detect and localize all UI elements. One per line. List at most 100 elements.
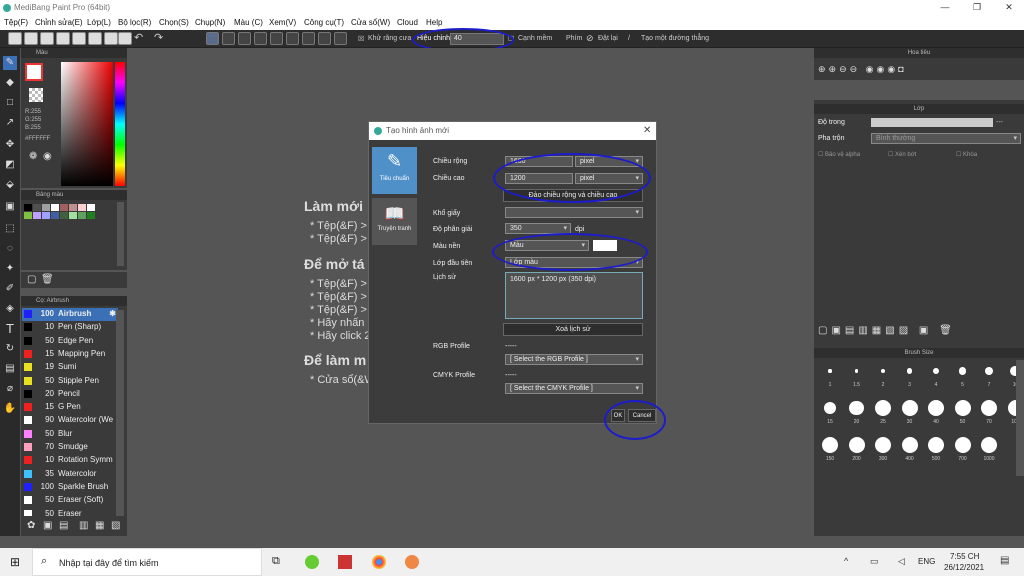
line-tool-icon[interactable]: ↗	[3, 116, 17, 130]
delete-palette-icon[interactable]: 🗑	[41, 274, 54, 285]
comment-icon[interactable]	[40, 32, 54, 45]
antialias-checkbox[interactable]: ☒	[358, 35, 364, 43]
lasso-tool-icon[interactable]: ◌	[3, 242, 17, 256]
reset-icon[interactable]: ⊘	[586, 33, 594, 44]
brush-size-option[interactable]: 25	[871, 399, 895, 425]
medibang-taskbar-icon[interactable]	[405, 555, 419, 569]
brush-add-menu-icon[interactable]: ▤	[59, 520, 68, 531]
history-list[interactable]: 1600 px * 1200 px (350 dpi)	[505, 272, 643, 319]
brush-size-option[interactable]: 700	[951, 436, 975, 462]
gradient-tool-icon[interactable]: ▣	[3, 200, 17, 214]
brush-size-option[interactable]: 300	[871, 436, 895, 462]
guide-icon[interactable]	[104, 32, 118, 45]
notification-icon[interactable]: ▤	[1000, 555, 1009, 566]
brush-scrollbar[interactable]	[116, 310, 124, 516]
brush-size-option[interactable]: 400	[898, 436, 922, 462]
snap-icon[interactable]	[118, 32, 132, 45]
brush-size-scrollbar[interactable]	[1016, 360, 1024, 476]
brush-item[interactable]: 100 Airbrush ✱	[22, 308, 118, 321]
redo-icon[interactable]: ↷	[154, 31, 163, 44]
menu-file[interactable]: Tệp(F)	[4, 18, 28, 27]
brush-size-option[interactable]: 15	[818, 399, 842, 425]
rgb-profile-select[interactable]: [ Select the RGB Profile ]	[505, 354, 643, 365]
palette-swatch[interactable]	[51, 204, 59, 211]
menu-select[interactable]: Chọn(S)	[159, 18, 189, 27]
brush-size-option[interactable]: 200	[845, 436, 869, 462]
palette-swatch[interactable]	[24, 204, 32, 211]
tab-comic[interactable]: 📖 Truyện tranh	[372, 198, 417, 245]
navigator-zoom-icons[interactable]: ⊕⊕⊖⊖ ◉◉◉◘	[818, 64, 907, 75]
clock-date[interactable]: 26/12/2021	[944, 563, 984, 572]
brush-item[interactable]: 50 Stipple Pen	[22, 375, 118, 388]
menu-view[interactable]: Xem(V)	[269, 18, 296, 27]
wand-tool-icon[interactable]: ✦	[3, 262, 17, 276]
brush-size-option[interactable]: 20	[845, 399, 869, 425]
brush-size-option[interactable]: 1	[818, 362, 842, 388]
palette-swatch[interactable]	[69, 204, 77, 211]
brush-size-option[interactable]: 2	[871, 362, 895, 388]
brush-size-option[interactable]: 30	[898, 399, 922, 425]
brush-item[interactable]: 35 Watercolor	[22, 468, 118, 481]
palette-swatch[interactable]	[78, 204, 86, 211]
layer-action-icons[interactable]: ▢▣▤▥▦▧▨ ▣ 🗑	[818, 325, 956, 336]
grid-icon[interactable]	[72, 32, 86, 45]
transparent-swatch[interactable]	[29, 88, 43, 102]
menu-layer[interactable]: Lớp(L)	[87, 18, 111, 27]
create-line-label[interactable]: Tạo một đường thẳng	[641, 35, 709, 42]
minimize-icon[interactable]: —	[940, 2, 950, 12]
menu-window[interactable]: Cửa sổ(W)	[351, 18, 390, 27]
layer-list[interactable]	[814, 162, 1024, 322]
brush-copy-icon[interactable]: ▥	[79, 520, 88, 531]
network-icon[interactable]: ▭	[870, 556, 879, 567]
brush-item[interactable]: 19 Sumi	[22, 361, 118, 374]
tab-standard[interactable]: ✎ Tiêu chuẩn	[372, 147, 417, 194]
brush-settings-gear-icon[interactable]: ✱	[109, 309, 116, 318]
hue-slider[interactable]	[115, 62, 125, 186]
brush-size-option[interactable]: 5	[951, 362, 975, 388]
parallel-snap-icon[interactable]	[222, 32, 235, 45]
clip-checkbox[interactable]: ☐ Xén bớt	[888, 151, 916, 158]
palette-swatch[interactable]	[51, 212, 59, 219]
radial-snap-icon[interactable]	[270, 32, 283, 45]
palette-swatch[interactable]	[60, 204, 68, 211]
line-icon[interactable]: /	[628, 35, 630, 42]
brush-item[interactable]: 50 Eraser (Soft)	[22, 494, 118, 507]
saturation-field[interactable]	[61, 62, 113, 186]
task-view-icon[interactable]: ⧉	[272, 555, 280, 568]
language-indicator[interactable]: ENG	[918, 557, 935, 566]
new-palette-icon[interactable]: ▢	[27, 274, 36, 285]
brush-item[interactable]: 70 Smudge	[22, 441, 118, 454]
vanish-snap-icon[interactable]	[254, 32, 267, 45]
export-icon[interactable]	[24, 32, 38, 45]
eraser-tool-icon[interactable]: ◆	[3, 76, 17, 90]
menu-color[interactable]: Màu (C)	[234, 18, 263, 27]
palette-swatch[interactable]	[42, 204, 50, 211]
brush-size-option[interactable]: 40	[924, 399, 948, 425]
brush-size-option[interactable]: 70	[977, 399, 1001, 425]
brush-item[interactable]: 10 Rotation Symm	[22, 454, 118, 467]
brush-item[interactable]: 50 Edge Pen	[22, 335, 118, 348]
fill-tool-icon[interactable]: ◩	[3, 158, 17, 172]
dialog-close-icon[interactable]: ✕	[643, 125, 651, 136]
maximize-icon[interactable]: ❐	[972, 2, 982, 13]
eyedropper-icon[interactable]: ◉	[43, 151, 52, 162]
palette-swatch[interactable]	[60, 212, 68, 219]
brush-size-option[interactable]: 4	[924, 362, 948, 388]
menu-cloud[interactable]: Cloud	[397, 18, 418, 27]
palette-swatch[interactable]	[69, 212, 77, 219]
volume-icon[interactable]: ◁	[898, 556, 905, 567]
brush-item[interactable]: 20 Pencil	[22, 388, 118, 401]
bucket-tool-icon[interactable]: ⬙	[3, 178, 17, 192]
palette-scrollbar[interactable]	[117, 202, 124, 266]
close-icon[interactable]: ✕	[1004, 2, 1014, 13]
brush-size-option[interactable]: 1000	[977, 436, 1001, 462]
taskbar-search[interactable]: ⌕ Nhập tại đây để tìm kiếm	[32, 548, 262, 576]
move-tool-icon[interactable]: ✥	[3, 138, 17, 152]
circle-snap-icon[interactable]	[286, 32, 299, 45]
color-wheel-icon[interactable]: ❁	[29, 151, 37, 162]
brush-item[interactable]: 100 Sparkle Brush	[22, 481, 118, 494]
brush-size-option[interactable]: 1.5	[845, 362, 869, 388]
app-taskbar-icon-1[interactable]	[305, 555, 319, 569]
palette-swatch[interactable]	[42, 212, 50, 219]
share-icon[interactable]	[56, 32, 70, 45]
